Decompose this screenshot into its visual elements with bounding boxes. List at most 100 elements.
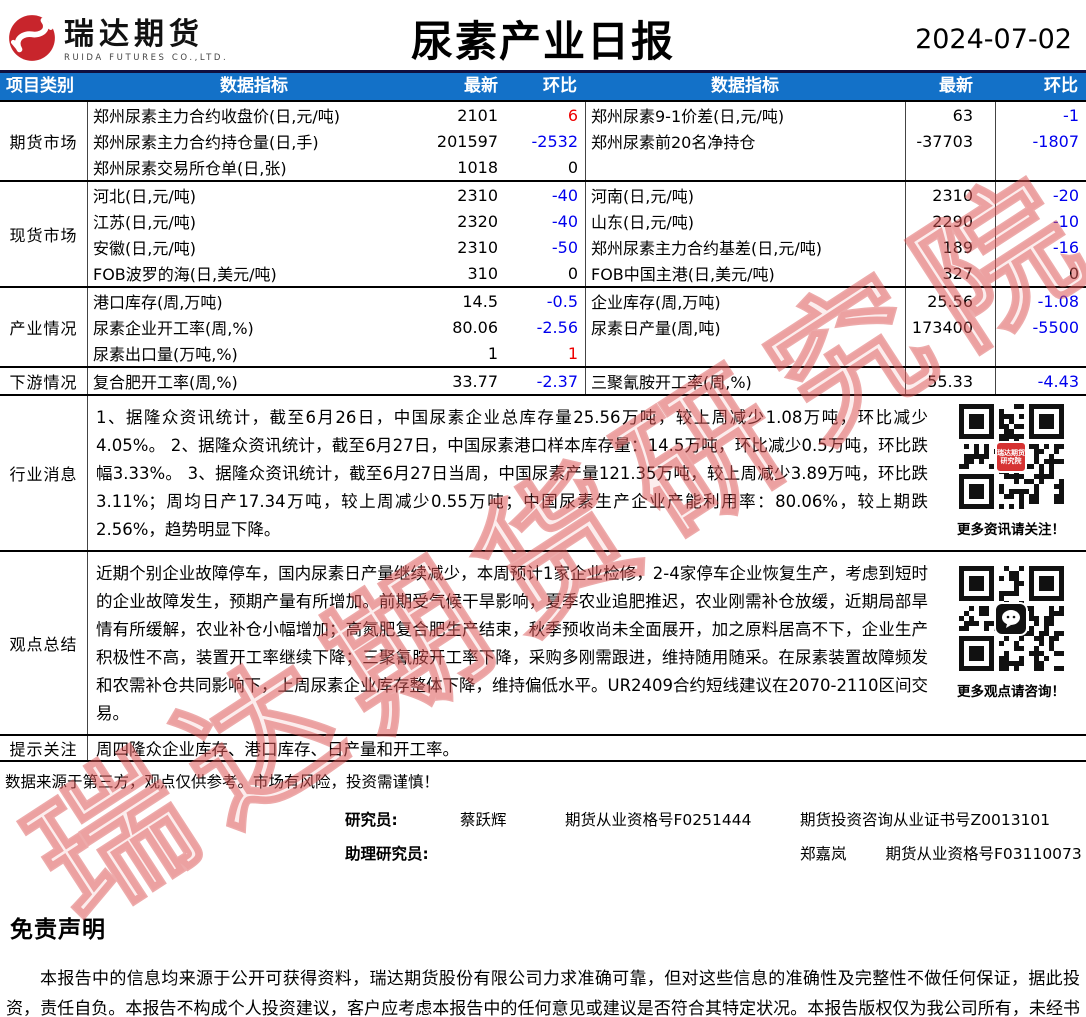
- section-industry-news: 行业消息 1、据隆众资讯统计，截至6月26日，中国尿素企业总库存量25.56万吨…: [0, 394, 1086, 550]
- indicator-cell: 企业库存(周,万吨): [585, 288, 905, 314]
- indicator-cell: 河北(日,元/吨): [93, 187, 196, 206]
- latest-cell: -37703: [905, 128, 995, 154]
- latest-cell: 2310: [457, 237, 498, 257]
- researcher-block: 研究员: 蔡跃辉 期货从业资格号F0251444 期货投资咨询从业证书号Z001…: [345, 808, 1086, 864]
- change-cell: 0: [567, 263, 578, 283]
- qr-center-logo-ruida: 瑞达期货研究院: [995, 440, 1027, 473]
- change-cell: -2.37: [536, 371, 578, 391]
- latest-cell: 173400: [905, 314, 995, 340]
- indicator-cell: 尿素企业开工率(周,%): [93, 319, 254, 338]
- table-section: 产业情况 港口库存(周,万吨) 14.5 -0.5 企业库存(周,万吨) 25.56 -1.…: [0, 286, 1086, 366]
- section-label: 下游情况: [0, 368, 88, 394]
- indicator-cell: FOB中国主港(日,美元/吨): [585, 260, 905, 286]
- section-label: 期货市场: [0, 102, 88, 180]
- table-section: 期货市场 郑州尿素主力合约收盘价(日,元/吨) 2101 6 郑州尿素9-1价差(日,元…: [0, 100, 1086, 180]
- disclaimer-body: 本报告中的信息均来源于公开可获得资料，瑞达期货股份有限公司力求准确可靠，但对这些…: [6, 969, 1080, 1017]
- table-section: 现货市场 河北(日,元/吨) 2310 -40 河南(日,元/吨) 2310 -20 江苏(日…: [0, 180, 1086, 286]
- latest-cell: 25.56: [905, 288, 995, 314]
- latest-cell: 63: [905, 102, 995, 128]
- indicator-cell: [585, 340, 905, 366]
- industry-news-text: 1、据隆众资讯统计，截至6月26日，中国尿素企业总库存量25.56万吨，较上周减…: [96, 408, 928, 539]
- latest-cell: 2290: [905, 208, 995, 234]
- change-cell: -5500: [995, 314, 1086, 340]
- section-label: 现货市场: [0, 182, 88, 286]
- change-cell: -40: [551, 185, 578, 205]
- latest-cell: 14.5: [462, 291, 498, 311]
- latest-cell: [905, 340, 995, 366]
- latest-cell: 201597: [436, 131, 498, 151]
- data-table: 期货市场 郑州尿素主力合约收盘价(日,元/吨) 2101 6 郑州尿素9-1价差(日,元…: [0, 100, 1086, 394]
- latest-cell: 327: [905, 260, 995, 286]
- indicator-cell: 郑州尿素主力合约基差(日,元/吨): [585, 234, 905, 260]
- assistant-info: 郑嘉岚 期货从业资格号F03110073: [800, 842, 1086, 864]
- indicator-cell: 安徽(日,元/吨): [93, 239, 196, 258]
- disclaimer-title: 免责声明: [10, 917, 106, 943]
- qrcode-news: 瑞达期货研究院: [958, 404, 1064, 509]
- change-cell: -1.08: [995, 288, 1086, 314]
- assistant-label: 助理研究员:: [345, 845, 429, 863]
- section-label: 行业消息: [0, 396, 88, 550]
- indicator-cell: 郑州尿素9-1价差(日,元/吨): [585, 102, 905, 128]
- report-header: 瑞达期货 RUIDA FUTURES CO.,LTD. 尿素产业日报 2024-…: [0, 0, 1086, 70]
- indicator-cell: 河南(日,元/吨): [585, 182, 905, 208]
- latest-cell: 55.33: [905, 368, 995, 394]
- qrcode-viewpoint: [958, 566, 1064, 671]
- col-header-indicator-right: 数据指标: [711, 76, 779, 96]
- table-section: 下游情况 复合肥开工率(周,%) 33.77 -2.37 三聚氰胺开工率(周,%) 55.…: [0, 366, 1086, 394]
- latest-cell: 2101: [457, 105, 498, 125]
- change-cell: 0: [567, 157, 578, 177]
- change-cell: 1: [567, 343, 578, 363]
- col-header-latest-left: 最新: [464, 76, 498, 96]
- change-cell: -1807: [995, 128, 1086, 154]
- change-cell: -40: [551, 211, 578, 231]
- col-header-category: 项目类别: [6, 76, 74, 96]
- col-header-change-right: 环比: [1044, 76, 1078, 96]
- change-cell: -2532: [531, 131, 579, 151]
- change-cell: -50: [551, 237, 578, 257]
- assistant-cert: 期货从业资格号F03110073: [885, 845, 1082, 863]
- indicator-cell: 三聚氰胺开工率(周,%): [585, 368, 905, 394]
- indicator-cell: 江苏(日,元/吨): [93, 213, 196, 232]
- assistant-name: 郑嘉岚: [800, 845, 847, 863]
- latest-cell: 1: [487, 343, 498, 363]
- section-viewpoint-summary: 观点总结 近期个别企业故障停车，国内尿素日产量继续减少，本周预计1家企业检修，2…: [0, 550, 1086, 734]
- indicator-cell: 郑州尿素交易所仓单(日,张): [93, 159, 287, 178]
- section-label: 提示关注: [0, 736, 88, 760]
- change-cell: -16: [995, 234, 1086, 260]
- indicator-cell: 复合肥开工率(周,%): [93, 373, 238, 392]
- col-header-latest-right: 最新: [939, 76, 973, 96]
- qr-news-caption: 更多资讯请关注！: [957, 522, 1065, 538]
- latest-cell: 2310: [457, 185, 498, 205]
- researcher-cert: 期货从业资格号F0251444: [565, 811, 752, 829]
- change-cell: -1: [995, 102, 1086, 128]
- table-header-row: 项目类别 数据指标 最新 环比 数据指标 最新 环比: [0, 70, 1086, 100]
- report-date: 2024-07-02: [915, 24, 1072, 55]
- change-cell: -20: [995, 182, 1086, 208]
- col-header-indicator-left: 数据指标: [220, 76, 288, 96]
- latest-cell: 1018: [457, 157, 498, 177]
- change-cell: [995, 340, 1086, 366]
- researcher-label: 研究员:: [345, 811, 398, 829]
- indicator-cell: 郑州尿素主力合约持仓量(日,手): [93, 133, 319, 152]
- indicator-cell: 郑州尿素主力合约收盘价(日,元/吨): [93, 107, 340, 126]
- indicator-cell: 尿素出口量(万吨,%): [93, 345, 238, 364]
- latest-cell: 33.77: [452, 371, 498, 391]
- indicator-cell: 郑州尿素前20名净持仓: [585, 128, 905, 154]
- indicator-cell: FOB波罗的海(日,美元/吨): [93, 265, 277, 284]
- change-cell: -2.56: [536, 317, 578, 337]
- change-cell: -4.43: [995, 368, 1086, 394]
- col-header-change-left: 环比: [543, 76, 577, 96]
- section-tips: 提示关注 周四隆众企业库存、港口库存、日产量和开工率。: [0, 734, 1086, 762]
- tips-text: 周四隆众企业库存、港口库存、日产量和开工率。: [96, 740, 459, 759]
- latest-cell: 2310: [905, 182, 995, 208]
- viewpoint-text: 近期个别企业故障停车，国内尿素日产量继续减少，本周预计1家企业检修，2-4家停车…: [96, 564, 928, 723]
- latest-cell: [905, 154, 995, 180]
- latest-cell: 2320: [457, 211, 498, 231]
- indicator-cell: [585, 154, 905, 180]
- section-label: 产业情况: [0, 288, 88, 366]
- section-label: 观点总结: [0, 552, 88, 734]
- change-cell: 6: [567, 105, 578, 125]
- change-cell: -0.5: [546, 291, 578, 311]
- change-cell: -10: [995, 208, 1086, 234]
- latest-cell: 310: [467, 263, 498, 283]
